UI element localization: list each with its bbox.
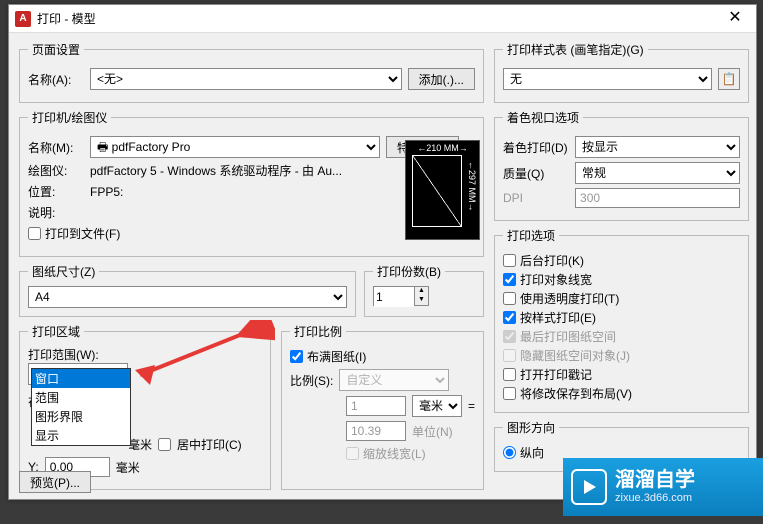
spin-up[interactable]: ▲ — [414, 287, 428, 296]
papersize-select[interactable]: A4 — [28, 286, 347, 308]
pagesetup-name-label: 名称(A): — [28, 71, 84, 88]
style-label: 按样式打印(E) — [520, 309, 596, 326]
styletable-legend: 打印样式表 (画笔指定)(G) — [503, 41, 648, 58]
spin-down[interactable]: ▼ — [414, 296, 428, 305]
stamp-checkbox[interactable] — [503, 368, 516, 381]
equals-label: = — [468, 399, 475, 413]
printratio-group: 打印比例 布满图纸(I) 比例(S): 自定义 毫米 = — [281, 323, 484, 490]
stamp-label: 打开打印戳记 — [520, 366, 592, 383]
dpi-label: DPI — [503, 191, 569, 205]
center-print-checkbox[interactable] — [158, 438, 171, 451]
fitpaper-checkbox[interactable] — [290, 350, 303, 363]
page-setup-legend: 页面设置 — [28, 41, 84, 58]
quality-select[interactable]: 常规 — [575, 162, 740, 184]
papersize-legend: 图纸尺寸(Z) — [28, 263, 99, 280]
orientation-legend: 图形方向 — [503, 419, 559, 436]
printer-name-select[interactable]: 🖶 pdfFactory Pro — [90, 136, 380, 158]
copies-legend: 打印份数(B) — [373, 263, 445, 280]
styletable-group: 打印样式表 (画笔指定)(G) 无 📋 — [494, 41, 749, 103]
scale-den-unit: 单位(N) — [412, 423, 453, 440]
titlebar: A 打印 - 模型 ✕ — [9, 5, 756, 33]
printarea-legend: 打印区域 — [28, 323, 84, 340]
scale-num-input — [346, 396, 406, 416]
savelayout-checkbox[interactable] — [503, 387, 516, 400]
styletable-edit-button[interactable]: 📋 — [718, 68, 740, 90]
desc-label: 说明: — [28, 204, 84, 221]
plotter-label: 绘图仪: — [28, 162, 84, 179]
paper-sheet-icon — [412, 155, 462, 227]
printrange-label: 打印范围(W): — [28, 346, 262, 363]
paperspace-label: 最后打印图纸空间 — [520, 328, 616, 345]
portrait-label: 纵向 — [520, 444, 544, 461]
style-checkbox[interactable] — [503, 311, 516, 324]
plotter-value: pdfFactory 5 - Windows 系统驱动程序 - 由 Au... — [90, 162, 342, 179]
paper-preview: ←210 MM→ ←297 MM→ — [405, 140, 480, 240]
scale-num-unit[interactable]: 毫米 — [412, 395, 462, 417]
paper-width-dim: ←210 MM→ — [408, 143, 477, 153]
print-to-file-checkbox[interactable] — [28, 227, 41, 240]
location-value: FPP5: — [90, 185, 123, 199]
dropdown-option-window[interactable]: 窗口 — [32, 369, 130, 388]
bg-checkbox[interactable] — [503, 254, 516, 267]
paperspace-checkbox — [503, 330, 516, 343]
transp-checkbox[interactable] — [503, 292, 516, 305]
hidepaperspace-checkbox — [503, 349, 516, 362]
scale-label: 比例(S): — [290, 372, 333, 389]
scalelineweight-checkbox — [346, 447, 359, 460]
bg-label: 后台打印(K) — [520, 252, 584, 269]
app-icon: A — [15, 11, 31, 27]
paper-height-dim: ←297 MM→ — [467, 161, 477, 212]
lw-checkbox[interactable] — [503, 273, 516, 286]
preview-button[interactable]: 预览(P)... — [19, 471, 91, 493]
printer-legend: 打印机/绘图仪 — [28, 109, 111, 126]
printer-name-label: 名称(M): — [28, 139, 84, 156]
scale-select: 自定义 — [339, 369, 449, 391]
copies-spinner[interactable]: ▲▼ — [373, 286, 429, 306]
copies-group: 打印份数(B) ▲▼ — [364, 263, 484, 317]
offset-unit-x: 毫米 — [128, 436, 152, 453]
center-print-label: 居中打印(C) — [177, 436, 242, 453]
copies-input[interactable] — [374, 287, 414, 307]
dpi-input — [575, 188, 740, 208]
scalelineweight-label: 缩放线宽(L) — [363, 445, 426, 462]
styletable-select[interactable]: 无 — [503, 68, 712, 90]
hidepaperspace-label: 隐藏图纸空间对象(J) — [520, 347, 630, 364]
dropdown-option-limits[interactable]: 图形界限 — [32, 407, 130, 426]
portrait-radio[interactable] — [503, 446, 516, 459]
shadedviewport-legend: 着色视口选项 — [503, 109, 583, 126]
pagesetup-add-button[interactable]: 添加(.)... — [408, 68, 475, 90]
shadeplot-label: 着色打印(D) — [503, 139, 569, 156]
print-to-file-label: 打印到文件(F) — [45, 225, 120, 242]
lw-label: 打印对象线宽 — [520, 271, 592, 288]
location-label: 位置: — [28, 183, 84, 200]
printratio-legend: 打印比例 — [290, 323, 346, 340]
dropdown-option-extents[interactable]: 范围 — [32, 388, 130, 407]
pagesetup-name-select[interactable]: <无> — [90, 68, 402, 90]
transp-label: 使用透明度打印(T) — [520, 290, 619, 307]
printrange-dropdown[interactable]: 窗口 范围 图形界限 显示 — [31, 368, 131, 446]
watermark: 溜溜自学 zixue.3d66.com — [563, 458, 763, 516]
page-setup-group: 页面设置 名称(A): <无> 添加(.)... — [19, 41, 484, 103]
watermark-title: 溜溜自学 — [615, 468, 695, 492]
shadedviewport-group: 着色视口选项 着色打印(D) 按显示 质量(Q) 常规 DPI — [494, 109, 749, 221]
printoptions-group: 打印选项 后台打印(K) 打印对象线宽 使用透明度打印(T) 按样式打印(E) … — [494, 227, 749, 413]
window-title: 打印 - 模型 — [37, 10, 720, 27]
printoptions-legend: 打印选项 — [503, 227, 559, 244]
play-icon — [571, 469, 607, 505]
close-button[interactable]: ✕ — [720, 9, 750, 29]
watermark-url: zixue.3d66.com — [615, 492, 695, 505]
dropdown-option-display[interactable]: 显示 — [32, 426, 130, 445]
quality-label: 质量(Q) — [503, 165, 569, 182]
shadeplot-select[interactable]: 按显示 — [575, 136, 740, 158]
fitpaper-label: 布满图纸(I) — [307, 348, 366, 365]
savelayout-label: 将修改保存到布局(V) — [520, 385, 632, 402]
papersize-group: 图纸尺寸(Z) A4 — [19, 263, 356, 317]
scale-den-input — [346, 421, 406, 441]
